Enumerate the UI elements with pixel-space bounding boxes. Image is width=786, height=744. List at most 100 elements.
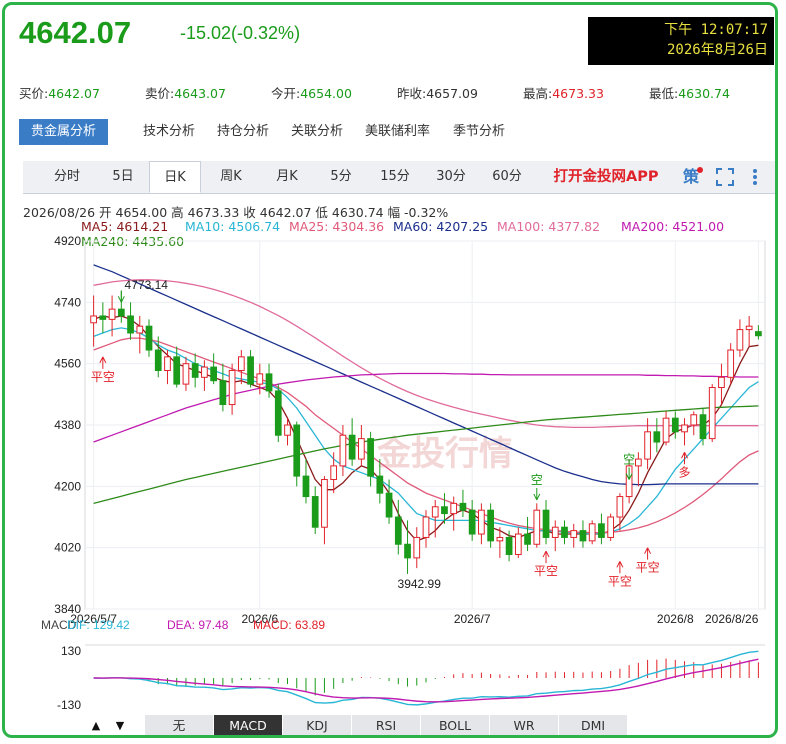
candle-body bbox=[478, 509, 485, 535]
candle-body bbox=[561, 526, 568, 538]
candle-body bbox=[450, 502, 458, 515]
candle bbox=[311, 486, 319, 535]
tab-wr[interactable]: WR bbox=[490, 715, 559, 735]
candle bbox=[145, 319, 153, 357]
candle-body bbox=[755, 331, 762, 337]
candle bbox=[90, 295, 97, 347]
macd-y-tick: -130 bbox=[57, 698, 81, 712]
candle-body bbox=[302, 475, 310, 498]
candle-body bbox=[413, 536, 421, 559]
signal-close-short-arrow bbox=[644, 547, 652, 560]
candle bbox=[561, 520, 568, 545]
arrow-up-button[interactable]: ▲ bbox=[85, 715, 107, 735]
candle bbox=[127, 302, 134, 340]
candle-body bbox=[191, 363, 199, 378]
candle bbox=[450, 496, 458, 531]
y-tick-label: 4380 bbox=[54, 418, 81, 432]
candle bbox=[579, 520, 587, 548]
candle-body bbox=[385, 492, 393, 518]
ma-line-ma5 bbox=[93, 315, 759, 542]
candle bbox=[727, 343, 735, 385]
candle-body bbox=[634, 458, 642, 467]
candle-body bbox=[505, 536, 513, 555]
quote-widget: 4642.07 -15.02(-0.32%) 下午 12:07:17 2026年… bbox=[2, 2, 778, 738]
candle-body bbox=[358, 438, 365, 460]
candle bbox=[459, 489, 467, 517]
tab-rsi[interactable]: RSI bbox=[352, 715, 421, 735]
signal-close-short: 平空 bbox=[91, 370, 115, 384]
candle bbox=[690, 411, 698, 436]
candle bbox=[293, 421, 301, 487]
candle bbox=[210, 353, 218, 385]
candle bbox=[321, 476, 328, 545]
macd-dif-label: DIF: 129.42 bbox=[67, 618, 130, 632]
candle bbox=[191, 353, 199, 388]
x-tick-label: 2026/7 bbox=[454, 612, 491, 626]
candle bbox=[182, 356, 190, 391]
candle bbox=[653, 418, 661, 453]
macd-y-tick: 130 bbox=[61, 644, 81, 658]
signal-empty: 空 bbox=[531, 473, 543, 487]
candle bbox=[607, 513, 615, 541]
candle bbox=[487, 503, 494, 548]
candle bbox=[755, 325, 762, 340]
candle bbox=[551, 520, 559, 552]
candle bbox=[256, 363, 264, 395]
candle-body bbox=[736, 329, 744, 351]
candle-body bbox=[690, 414, 698, 426]
candle bbox=[588, 520, 596, 545]
signal-long: 多 bbox=[679, 465, 691, 479]
signal-empty: 空 bbox=[623, 453, 635, 467]
candle-body bbox=[274, 390, 282, 436]
candle-body bbox=[394, 516, 402, 545]
candle-body bbox=[284, 424, 291, 436]
candle-body bbox=[681, 424, 688, 433]
candle-body bbox=[496, 536, 504, 542]
x-tick-label: 2026/8 bbox=[657, 612, 694, 626]
candle-body bbox=[173, 356, 181, 385]
candle-body bbox=[228, 369, 236, 406]
tab-none[interactable]: 无 bbox=[145, 715, 214, 735]
candle-body bbox=[256, 373, 264, 385]
candle-body bbox=[201, 366, 208, 378]
x-tick-label: 2026/8/26 bbox=[705, 612, 759, 626]
tab-boll[interactable]: BOLL bbox=[421, 715, 490, 735]
candle-body bbox=[348, 434, 356, 460]
y-tick-label: 4920 bbox=[54, 234, 81, 248]
candle bbox=[404, 520, 411, 574]
tab-dmi[interactable]: DMI bbox=[559, 715, 628, 735]
tab-macd[interactable]: MACD bbox=[214, 715, 283, 735]
candle-body bbox=[210, 366, 218, 382]
candlestick-chart: 49204740456043804200402038402026/5/7 2026… bbox=[41, 234, 766, 712]
candle-body bbox=[745, 325, 753, 331]
tab-kdj[interactable]: KDJ bbox=[283, 715, 352, 735]
candle-body bbox=[718, 376, 725, 389]
candle bbox=[228, 363, 236, 415]
candle-body bbox=[90, 315, 97, 324]
candle-body bbox=[330, 465, 338, 481]
candle-body bbox=[127, 315, 134, 334]
candle-body bbox=[708, 387, 716, 440]
ma-line-ma10 bbox=[93, 327, 759, 535]
candle bbox=[598, 513, 605, 545]
candle bbox=[247, 350, 254, 388]
candle-body bbox=[468, 509, 476, 535]
y-tick-label: 4020 bbox=[54, 541, 81, 555]
candle bbox=[468, 499, 476, 541]
candle-body bbox=[616, 496, 624, 518]
candle bbox=[662, 411, 670, 446]
candle-body bbox=[607, 516, 615, 538]
candle-body bbox=[727, 349, 735, 378]
candle bbox=[201, 360, 208, 391]
signal-long-arrow bbox=[681, 452, 688, 465]
signal-close-short: 平空 bbox=[636, 561, 660, 575]
candle-body bbox=[699, 414, 707, 440]
candle-body bbox=[117, 308, 125, 317]
candle bbox=[533, 503, 541, 548]
candle-body bbox=[487, 509, 494, 542]
candle bbox=[699, 407, 707, 446]
candle-body bbox=[367, 438, 374, 477]
candle bbox=[339, 425, 347, 477]
candle-body bbox=[404, 543, 411, 559]
arrow-down-button[interactable]: ▼ bbox=[109, 715, 131, 735]
